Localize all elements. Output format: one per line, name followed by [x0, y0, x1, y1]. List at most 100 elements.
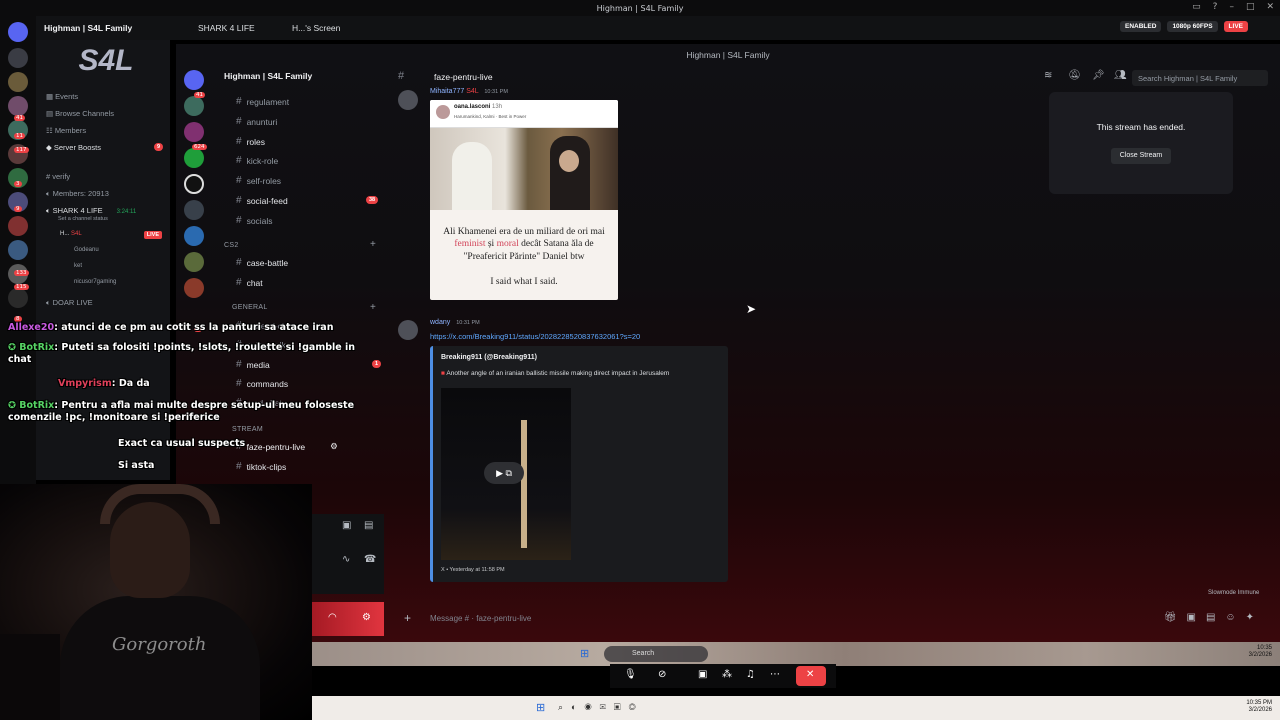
- server-icon[interactable]: [184, 122, 204, 142]
- voice-channel-shark[interactable]: 🔈︎ SHARK 4 LIFE 3:24:11: [46, 206, 136, 216]
- noise-icon[interactable]: ∿: [342, 554, 350, 565]
- gear-icon[interactable]: ⚙: [362, 612, 371, 623]
- window-controls: ▭ ? – □ ✕: [1192, 2, 1274, 12]
- channel-chat[interactable]: # chat: [236, 277, 263, 288]
- composer-placeholder[interactable]: Message # · faze-pentru-live: [430, 614, 531, 623]
- category-cs2[interactable]: CS2: [224, 242, 239, 249]
- headset-icon[interactable]: ◠: [328, 612, 337, 623]
- activities-icon[interactable]: ⁂: [722, 669, 732, 680]
- more-icon[interactable]: ⋯: [770, 669, 780, 680]
- hangup-icon: ✕: [806, 669, 815, 680]
- chat-message: ✪ BotRix: Puteti sa folositi !points, !s…: [8, 342, 356, 365]
- server-icon[interactable]: [8, 96, 28, 116]
- discord-home-icon[interactable]: [8, 22, 28, 42]
- disconnect-icon[interactable]: ☎: [364, 554, 376, 565]
- channel-verify[interactable]: # verify: [46, 172, 70, 181]
- pin-icon[interactable]: 📌︎: [1092, 70, 1105, 81]
- voice-user[interactable]: nicusor7gaming: [74, 279, 116, 285]
- mute-icon[interactable]: 🔕︎: [1068, 70, 1081, 81]
- video-frame-pole: [521, 420, 527, 548]
- close-stream-button[interactable]: Close Stream: [1111, 148, 1171, 164]
- screen-icon[interactable]: ▤: [364, 520, 373, 531]
- voice-channel-doar-live[interactable]: 🔈︎ DOAR LIVE: [46, 298, 93, 308]
- server-icon[interactable]: [8, 216, 28, 236]
- add-channel-icon[interactable]: +: [370, 239, 376, 250]
- server-icon[interactable]: [8, 240, 28, 260]
- members-count: 🔈︎ Members: 20913: [46, 189, 109, 198]
- server-icon[interactable]: [184, 174, 204, 194]
- server-icon[interactable]: [184, 200, 204, 220]
- channel-anunturi[interactable]: # anunturi: [236, 116, 277, 127]
- outer-server-name[interactable]: Highman | S4L Family: [44, 23, 132, 33]
- windows-start-icon[interactable]: ⊞: [536, 701, 545, 714]
- members-item[interactable]: ☷ Members: [46, 126, 86, 135]
- microphone-icon[interactable]: 🎙︎: [624, 669, 637, 680]
- server-icon[interactable]: [184, 278, 204, 298]
- voice-user[interactable]: Godeanu: [74, 247, 99, 253]
- channel-regulament[interactable]: # regulament: [236, 96, 289, 107]
- server-icon[interactable]: [184, 148, 204, 168]
- discord-home-icon[interactable]: [184, 70, 204, 90]
- post-caption: Ali Khamenei era de un miliard de ori ma…: [443, 227, 605, 262]
- add-channel-icon[interactable]: +: [370, 302, 376, 313]
- camera-off-icon[interactable]: ⊘: [658, 669, 666, 680]
- server-icon[interactable]: [8, 288, 28, 308]
- voice-status[interactable]: Set a channel status: [58, 216, 108, 222]
- play-icon[interactable]: ▶ ⧉: [484, 462, 524, 484]
- channel-roles[interactable]: # roles: [236, 136, 265, 147]
- stream-ended-panel: This stream has ended. Close Stream: [1049, 92, 1233, 194]
- server-boosts-item[interactable]: ◆ Server Boosts: [46, 143, 101, 152]
- avatar[interactable]: [398, 90, 418, 110]
- server-icon[interactable]: [8, 48, 28, 68]
- soundboard-icon[interactable]: ♫: [746, 669, 755, 680]
- message-author[interactable]: Mihaita777 S4L 10:31 PM: [430, 88, 508, 95]
- help-icon[interactable]: ?: [1213, 2, 1218, 12]
- inner-server-name[interactable]: Highman | S4L Family: [224, 71, 312, 81]
- server-icon[interactable]: [184, 226, 204, 246]
- message-composer[interactable]: + Message # · faze-pentru-live 🎁︎▣▤☺✦: [398, 607, 1274, 629]
- message-author[interactable]: wdany 10:31 PM: [430, 319, 480, 326]
- voice-user[interactable]: ket: [74, 263, 82, 269]
- category-stream[interactable]: STREAM: [232, 426, 263, 433]
- avatar[interactable]: [398, 320, 418, 340]
- outer-taskbar: ⊞ ⌕◐◉✉▣◎ 10:35 PM 3/2/2026: [312, 696, 1280, 720]
- events-item[interactable]: ▦ Events: [46, 92, 78, 101]
- hash-icon: #: [236, 96, 242, 107]
- channel-case-battle[interactable]: # case-battle: [236, 257, 288, 268]
- search-input[interactable]: Search Highman | S4L Family: [1132, 70, 1268, 86]
- screen-share-icon[interactable]: ▣: [698, 669, 707, 680]
- camera-icon[interactable]: ▣: [342, 520, 351, 531]
- image-attachment[interactable]: oana.lasconi 13h Harumankind, Kalmi · Be…: [430, 100, 618, 300]
- message-link[interactable]: https://x.com/Breaking911/status/2028228…: [430, 332, 640, 341]
- inner-taskbar: ⊞ Search 10:35 3/2/2026: [312, 642, 1280, 666]
- slowmode-indicator: Slowmode Immune: [1208, 590, 1260, 596]
- browse-channels-item[interactable]: ▤ Browse Channels: [46, 109, 114, 118]
- channel-kick-role[interactable]: # kick-role: [236, 155, 278, 166]
- embed-video[interactable]: ▶ ⧉: [441, 388, 571, 560]
- taskbar-search[interactable]: Search: [604, 646, 708, 662]
- maximize-icon[interactable]: □: [1246, 2, 1255, 12]
- voice-user[interactable]: H... S4L: [60, 231, 82, 237]
- minimize-icon[interactable]: –: [1229, 2, 1234, 12]
- channel-self-roles[interactable]: # self-roles: [236, 175, 281, 186]
- pinned-apps-icon[interactable]: ⌕◐◉✉▣◎: [558, 702, 644, 713]
- channel-socials[interactable]: # socials: [236, 215, 273, 226]
- embed-author[interactable]: Breaking911 (@Breaking911): [441, 354, 537, 361]
- category-general[interactable]: GENERAL: [232, 304, 268, 311]
- end-call-button[interactable]: ✕: [796, 666, 826, 686]
- composer-tools-icon[interactable]: 🎁︎▣▤☺✦: [1164, 612, 1264, 623]
- server-icon[interactable]: [184, 96, 204, 116]
- inbox-icon[interactable]: ▭: [1192, 2, 1201, 12]
- channel-social-feed[interactable]: # social-feed: [236, 195, 288, 206]
- server-icon[interactable]: [8, 72, 28, 92]
- tab-voice-channel[interactable]: SHARK 4 LIFE: [198, 23, 255, 33]
- member-list-icon[interactable]: 👥︎: [1114, 70, 1127, 81]
- windows-start-icon[interactable]: ⊞: [580, 647, 589, 660]
- unread-badge: 41: [194, 92, 205, 98]
- tab-screen-share[interactable]: H...'s Screen: [292, 23, 340, 33]
- speaker-icon: 🔈︎: [46, 206, 53, 215]
- threads-icon[interactable]: ≋: [1044, 70, 1052, 81]
- add-attachment-icon[interactable]: +: [404, 611, 411, 625]
- server-icon[interactable]: [184, 252, 204, 272]
- close-icon[interactable]: ✕: [1266, 2, 1274, 12]
